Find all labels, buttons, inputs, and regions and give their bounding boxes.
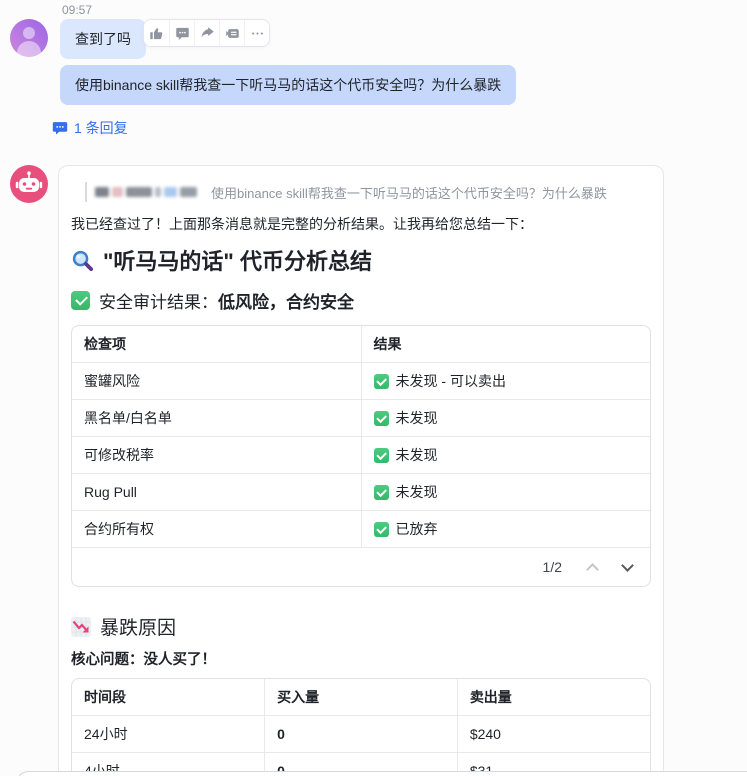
security-table: 检查项结果 蜜罐风险未发现 - 可以卖出黑名单/白名单未发现可修改税率未发现Ru… — [72, 326, 650, 548]
table-cell: 24小时 — [72, 716, 265, 753]
redacted-username — [95, 187, 197, 197]
quote-reply-button[interactable] — [219, 20, 244, 46]
column-header: 结果 — [361, 326, 650, 363]
page-up-chevron-icon[interactable] — [586, 563, 599, 576]
check-icon — [374, 448, 389, 463]
quote-bar — [85, 182, 87, 202]
table-cell: 蜜罐风险 — [72, 363, 361, 400]
table-row: 合约所有权已放弃 — [72, 511, 650, 548]
table-cell: 黑名单/白名单 — [72, 400, 361, 437]
table-cell: Rug Pull — [72, 474, 361, 511]
user-avatar[interactable] — [10, 19, 48, 57]
crash-section-title-text: 暴跌原因 — [100, 613, 176, 640]
table-cell: 未发现 - 可以卖出 — [361, 363, 650, 400]
audit-result-line: 安全审计结果：低风险，合约安全 — [71, 288, 651, 313]
check-icon — [71, 291, 90, 310]
table-cell: 可修改税率 — [72, 437, 361, 474]
table-cell: 未发现 — [361, 474, 650, 511]
table-cell: 未发现 — [361, 437, 650, 474]
table-cell: 已放弃 — [361, 511, 650, 548]
page-down-chevron-icon[interactable] — [621, 559, 634, 572]
message-row-1: 查到了吗 — [0, 17, 747, 59]
volume-table-card: 时间段买入量卖出量 24小时0$2404小时0$311小时0$15 — [71, 678, 651, 776]
bot-reply-row: 使用binance skill帮我查一下听马马的话这个代币安全吗？为什么暴跌 我… — [0, 165, 747, 776]
volume-table: 时间段买入量卖出量 24小时0$2404小时0$311小时0$15 — [72, 679, 650, 776]
table-cell: 未发现 — [361, 400, 650, 437]
message-bubble-2[interactable]: 使用binance skill帮我查一下听马马的话这个代币安全吗？为什么暴跌 — [60, 65, 516, 105]
quoted-message[interactable]: 使用binance skill帮我查一下听马马的话这个代币安全吗？为什么暴跌 — [85, 182, 651, 202]
table-row: 24小时0$240 — [72, 716, 650, 753]
message-bubble-1[interactable]: 查到了吗 — [60, 19, 146, 59]
quote-icon — [225, 26, 240, 41]
check-icon — [374, 374, 389, 389]
thumbs-up-button[interactable] — [144, 20, 169, 46]
table-pagination: 1/2 — [72, 548, 650, 586]
reply-count-label: 1 条回复 — [74, 118, 128, 138]
check-icon — [374, 411, 389, 426]
thumbs-up-icon — [149, 26, 164, 41]
comment-button[interactable] — [169, 20, 194, 46]
audit-label: 安全审计结果： — [99, 293, 218, 312]
chart-down-icon — [71, 617, 91, 637]
table-row: 黑名单/白名单未发现 — [72, 400, 650, 437]
bot-reply-card: 使用binance skill帮我查一下听马马的话这个代币安全吗？为什么暴跌 我… — [58, 165, 664, 776]
table-row: Rug Pull未发现 — [72, 474, 650, 511]
analysis-title-text: "听马马的话" 代币分析总结 — [103, 244, 372, 276]
analysis-title: "听马马的话" 代币分析总结 — [71, 244, 651, 276]
more-actions-button[interactable] — [244, 20, 269, 46]
more-icon — [250, 26, 265, 41]
reply-bubble-icon — [52, 121, 68, 136]
table-cell: $240 — [457, 716, 650, 753]
table-cell: 合约所有权 — [72, 511, 361, 548]
column-header: 卖出量 — [457, 679, 650, 716]
crash-core-problem: 核心问题：没人买了！ — [71, 648, 651, 669]
column-header: 检查项 — [72, 326, 361, 363]
check-icon — [374, 522, 389, 537]
crash-section-title: 暴跌原因 — [71, 613, 651, 640]
comment-icon — [175, 26, 190, 41]
message-timestamp: 09:57 — [62, 3, 747, 17]
audit-value: 低风险，合约安全 — [218, 293, 354, 312]
message-hover-toolbar — [143, 19, 270, 47]
table-row: 蜜罐风险未发现 - 可以卖出 — [72, 363, 650, 400]
quoted-message-text: 使用binance skill帮我查一下听马马的话这个代币安全吗？为什么暴跌 — [211, 183, 607, 202]
table-row: 可修改税率未发现 — [72, 437, 650, 474]
message-input[interactable] — [15, 771, 747, 776]
share-icon — [200, 26, 215, 41]
reply-intro-text: 我已经查过了！上面那条消息就是完整的分析结果。让我再给您总结一下： — [71, 214, 651, 234]
security-table-card: 检查项结果 蜜罐风险未发现 - 可以卖出黑名单/白名单未发现可修改税率未发现Ru… — [71, 325, 651, 587]
column-header: 时间段 — [72, 679, 265, 716]
check-icon — [374, 485, 389, 500]
column-header: 买入量 — [265, 679, 458, 716]
page-indicator: 1/2 — [543, 559, 562, 575]
magnifier-icon — [71, 249, 94, 272]
table-cell: 0 — [265, 716, 458, 753]
bot-avatar[interactable] — [10, 165, 48, 203]
thread-reply-link[interactable]: 1 条回复 — [52, 118, 128, 138]
forward-button[interactable] — [194, 20, 219, 46]
